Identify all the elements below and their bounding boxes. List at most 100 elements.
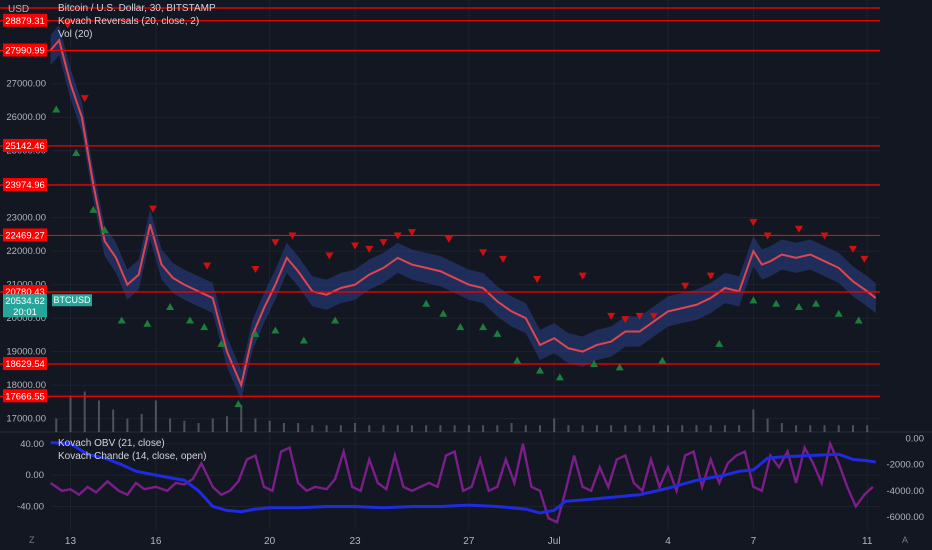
volume-bar	[553, 418, 556, 432]
level-price-label: 18629.54	[5, 359, 45, 370]
y-tick-label: 17000.00	[6, 414, 46, 425]
volume-bar	[595, 425, 598, 432]
y-tick-label: 19000.00	[6, 347, 46, 358]
volume-bar	[268, 420, 271, 432]
countdown-label: 20:01	[13, 307, 37, 318]
volume-bar	[368, 425, 371, 432]
volume-bar	[154, 400, 157, 432]
timezone-toggle-icon[interactable]: Z	[29, 535, 35, 545]
indicator-volume-label: Vol (20)	[58, 29, 93, 40]
volume-bar	[638, 425, 641, 432]
currency-label: USD	[8, 4, 30, 15]
volume-bar	[55, 418, 58, 432]
symbol-tag-label: BTCUSD	[53, 295, 91, 305]
volume-bar	[282, 423, 285, 432]
chande-axis-label: 40.00	[20, 439, 44, 450]
x-tick-label: 4	[665, 536, 671, 547]
volume-bar	[382, 425, 385, 432]
chart-title: Bitcoin / U.S. Dollar, 30, BITSTAMP	[58, 3, 216, 14]
volume-bar	[524, 425, 527, 432]
volume-bar	[652, 425, 655, 432]
volume-bar	[425, 425, 428, 432]
volume-bar	[297, 423, 300, 432]
volume-bar	[823, 425, 826, 432]
chande-axis-label: -40.00	[17, 501, 44, 512]
volume-bar	[126, 418, 129, 432]
obv-axis-label: -2000.00	[886, 460, 924, 471]
volume-bar	[112, 409, 115, 432]
volume-bar	[752, 409, 755, 432]
volume-bar	[709, 425, 712, 432]
volume-bar	[197, 423, 200, 432]
x-tick-label: 11	[862, 536, 873, 547]
volume-bar	[354, 423, 357, 432]
current-price-label: 20534.62	[5, 296, 45, 307]
volume-bar	[780, 423, 783, 432]
volume-bar	[325, 425, 328, 432]
volume-bar	[866, 425, 869, 432]
chande-legend-label: Kovach Chande (14, close, open)	[58, 451, 207, 462]
y-tick-label: 27000.00	[6, 79, 46, 90]
level-price-label: 27990.99	[5, 46, 45, 57]
volume-bar	[339, 425, 342, 432]
volume-bar	[482, 425, 485, 432]
obv-axis-label: -4000.00	[886, 486, 924, 497]
volume-bar	[667, 425, 670, 432]
volume-bar	[567, 425, 570, 432]
x-tick-label: 7	[751, 536, 757, 547]
volume-bar	[140, 414, 143, 432]
tradingview-chart: 13 16 20 23 27 Jul 4 7 11 17000.00 18000.00 19000.0…	[0, 0, 932, 550]
volume-bar	[681, 425, 684, 432]
volume-bar	[254, 418, 257, 432]
chande-axis-label: 0.00	[26, 470, 45, 481]
level-price-label: 23974.96	[5, 180, 45, 191]
auto-scale-toggle-icon[interactable]: A	[902, 535, 908, 545]
volume-bar	[183, 420, 186, 432]
volume-bar	[738, 425, 741, 432]
volume-bar	[467, 425, 470, 432]
volume-bar	[225, 416, 228, 432]
level-price-label: 17666.55	[5, 391, 45, 402]
y-tick-label: 26000.00	[6, 112, 46, 123]
volume-bar	[581, 425, 584, 432]
volume-bar	[453, 425, 456, 432]
x-tick-label: 27	[463, 536, 475, 547]
level-price-label: 25142.46	[5, 141, 45, 152]
volume-bar	[496, 425, 499, 432]
volume-bar	[69, 396, 72, 432]
x-tick-label: 16	[150, 536, 162, 547]
obv-axis-label: 0.00	[906, 434, 925, 445]
volume-bar	[723, 425, 726, 432]
obv-axis-label: -6000.00	[886, 512, 924, 523]
volume-bar	[766, 418, 769, 432]
volume-bar	[624, 425, 627, 432]
level-price-label: 22469.27	[5, 230, 45, 241]
volume-bar	[410, 425, 413, 432]
volume-bar	[311, 425, 314, 432]
volume-bar	[510, 423, 513, 432]
volume-bar	[97, 400, 100, 432]
x-tick-label: Jul	[548, 536, 561, 547]
level-price-label: 28879.31	[5, 16, 45, 27]
y-tick-label: 23000.00	[6, 213, 46, 224]
x-tick-label: 13	[65, 536, 77, 547]
volume-bar	[83, 391, 86, 432]
obv-legend-label: Kovach OBV (21, close)	[58, 438, 165, 449]
volume-bar	[795, 425, 798, 432]
volume-bar	[538, 425, 541, 432]
chart-svg: 13 16 20 23 27 Jul 4 7 1117000.0018000.0019000.0…	[0, 0, 932, 550]
y-tick-label: 22000.00	[6, 246, 46, 257]
volume-bar	[169, 418, 172, 432]
volume-bar	[610, 425, 613, 432]
volume-bar	[837, 425, 840, 432]
x-tick-label: 23	[349, 536, 361, 547]
volume-bar	[439, 425, 442, 432]
volume-bar	[240, 405, 243, 432]
volume-bar	[809, 425, 812, 432]
x-tick-label: 20	[264, 536, 276, 547]
indicator-reversals-label: Kovach Reversals (20, close, 2)	[58, 16, 200, 27]
volume-bar	[851, 425, 854, 432]
volume-bar	[396, 425, 399, 432]
volume-bar	[695, 425, 698, 432]
volume-bar	[211, 418, 214, 432]
